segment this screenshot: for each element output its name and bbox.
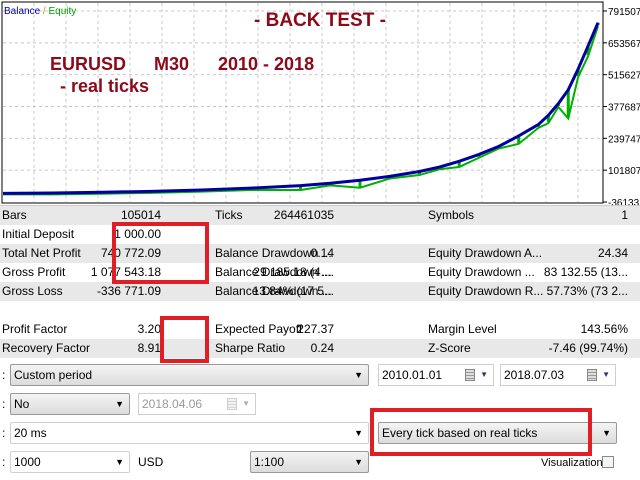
visualization-checkbox[interactable]	[602, 456, 614, 468]
y-tick-label: 791507	[608, 7, 640, 18]
y-tick-label: 239747	[608, 134, 640, 145]
delays-select[interactable]: 20 ms ▼	[10, 422, 369, 444]
stat-value: 83 132.55 (13...	[543, 265, 628, 279]
highlight-box	[112, 222, 209, 284]
stat-value: 57.73% (73 2...	[546, 284, 628, 298]
calendar-icon	[227, 398, 237, 410]
chevron-down-icon: ▼	[242, 399, 250, 408]
stat-label: Ticks	[215, 208, 243, 222]
stats-row: Recovery Factor 8.91 Sharpe Ratio 0.24 Z-Sco…	[0, 339, 640, 358]
stat-label: Total Net Profit	[2, 246, 81, 260]
leverage-value: 1:100	[254, 455, 285, 469]
period-select[interactable]: Custom period ▼	[10, 364, 369, 386]
chevron-down-icon: ▼	[602, 428, 611, 438]
years-label: 2010 - 2018	[218, 54, 314, 74]
calendar-icon[interactable]	[587, 369, 597, 381]
chevron-down-icon: ▼	[115, 457, 124, 467]
legend-balance: Balance	[4, 6, 41, 17]
stat-value: 29 185.18 (4....	[253, 265, 334, 279]
stat-label: Gross Loss	[2, 284, 63, 298]
deposit-select[interactable]: 1000 ▼	[10, 451, 130, 473]
timeframe-label: M30	[154, 54, 189, 74]
chevron-down-icon[interactable]: ▼	[480, 365, 488, 385]
currency-label: USD	[138, 455, 164, 469]
stat-label: Profit Factor	[2, 322, 68, 336]
stat-label: Equity Drawdown A...	[428, 246, 543, 260]
stat-value: 264461035	[273, 208, 334, 222]
stat-label: Expected Payoff	[215, 322, 303, 336]
legend-separator: /	[43, 6, 46, 17]
stats-row: Gross Profit 1 077 543.18 Balance Drawdown…	[0, 263, 640, 282]
stat-value: -336 771.09	[96, 284, 161, 298]
stat-value: 0.14	[310, 246, 334, 260]
date-to-input[interactable]: 2018.07.03 ▼	[500, 364, 616, 386]
highlight-box	[370, 408, 592, 456]
stat-value: 3.20	[137, 322, 161, 336]
stat-value: -7.46 (99.74%)	[548, 341, 628, 355]
symbol-label: EURUSD	[50, 54, 126, 74]
stats-row: Profit Factor 3.20 Expected Payoff 227.37 Ma…	[0, 320, 640, 339]
stat-value: 24.34	[597, 246, 628, 260]
y-tick-label: 653567	[608, 39, 640, 50]
stat-label: Equity Drawdown R...	[428, 284, 544, 298]
stat-label: Recovery Factor	[2, 341, 91, 355]
stat-value: 13.84% (17 5...	[252, 284, 334, 298]
stat-value: 8.91	[137, 341, 161, 355]
date-to-value: 2018.07.03	[504, 368, 565, 382]
stat-label: Gross Profit	[2, 265, 66, 279]
stat-value: 143.56%	[580, 322, 628, 336]
stat-label: Sharpe Ratio	[215, 341, 286, 355]
forward-date-value: 2018.04.06	[142, 397, 203, 411]
chevron-down-icon[interactable]: ▼	[602, 365, 610, 385]
label-colon: :	[2, 397, 6, 411]
period-value: Custom period	[14, 368, 93, 382]
chevron-down-icon: ▼	[115, 399, 124, 409]
balance-equity-chart: 791507653567515627377687239747101807-361…	[1, 1, 640, 206]
label-colon: :	[2, 368, 6, 382]
legend-equity: Equity	[48, 6, 76, 17]
stat-value: 227.37	[297, 322, 334, 336]
equity-drawdown-bar	[566, 89, 570, 118]
y-tick-label: 101807	[608, 166, 640, 177]
delays-value: 20 ms	[14, 426, 47, 440]
chevron-down-icon: ▼	[354, 457, 363, 467]
date-from-input[interactable]: 2010.01.01 ▼	[378, 364, 494, 386]
leverage-select[interactable]: 1:100 ▼	[250, 451, 369, 473]
label-colon: :	[2, 455, 6, 469]
forward-date-input: 2018.04.06 ▼	[138, 393, 256, 415]
y-tick-label: 515627	[608, 71, 640, 82]
stat-label: Bars	[2, 208, 27, 222]
stat-label: Margin Level	[428, 322, 497, 336]
chevron-down-icon: ▼	[354, 370, 363, 380]
plot-area	[1, 1, 604, 204]
highlight-box	[160, 316, 209, 363]
stats-row: Gross Loss -336 771.09 Balance Drawdown ..…	[0, 282, 640, 301]
stats-row: Total Net Profit 740 772.09 Balance Drawdo…	[0, 244, 640, 263]
stat-label: Initial Deposit	[2, 227, 75, 241]
backtest-title: - BACK TEST -	[254, 10, 386, 31]
stat-value: 1	[621, 208, 628, 222]
visualization-label: Visualization	[541, 457, 603, 469]
date-from-value: 2010.01.01	[382, 368, 443, 382]
forward-value: No	[14, 397, 30, 411]
deposit-value: 1000	[14, 455, 41, 469]
chevron-down-icon: ▼	[354, 428, 363, 438]
y-tick-label: 377687	[608, 103, 640, 114]
label-colon: :	[2, 426, 6, 440]
stats-row: Bars 105014 Ticks 264461035 Symbols 1	[0, 206, 640, 225]
forward-select[interactable]: No ▼	[10, 393, 130, 415]
stats-row: Initial Deposit 1 000.00	[0, 225, 640, 244]
stat-label: Symbols	[428, 208, 475, 222]
calendar-icon[interactable]	[465, 369, 475, 381]
real-ticks-label: - real ticks	[60, 76, 149, 96]
stat-label: Equity Drawdown ...	[428, 265, 535, 279]
stat-label: Z-Score	[428, 341, 471, 355]
stat-value: 0.24	[310, 341, 334, 355]
svg-text:Balance / Equity: Balance / Equity	[4, 6, 76, 17]
